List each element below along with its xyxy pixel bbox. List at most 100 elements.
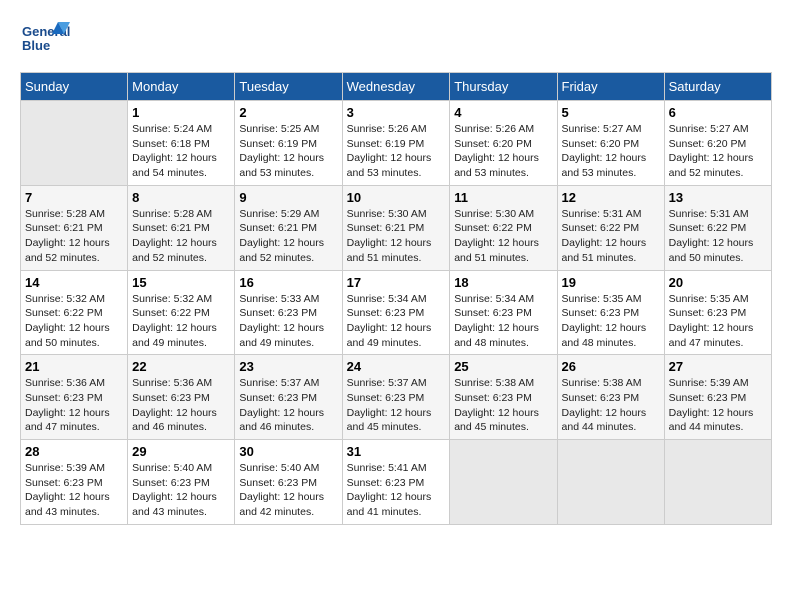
day-info: Sunrise: 5:34 AMSunset: 6:23 PMDaylight:…: [454, 292, 552, 351]
day-info: Sunrise: 5:36 AMSunset: 6:23 PMDaylight:…: [25, 376, 123, 435]
calendar-cell: 10 Sunrise: 5:30 AMSunset: 6:21 PMDayligh…: [342, 185, 450, 270]
calendar-cell: 12 Sunrise: 5:31 AMSunset: 6:22 PMDayligh…: [557, 185, 664, 270]
day-info: Sunrise: 5:34 AMSunset: 6:23 PMDaylight:…: [347, 292, 446, 351]
calendar-cell: 25 Sunrise: 5:38 AMSunset: 6:23 PMDayligh…: [450, 355, 557, 440]
day-number: 5: [562, 105, 660, 120]
calendar-cell: 23 Sunrise: 5:37 AMSunset: 6:23 PMDayligh…: [235, 355, 342, 440]
calendar-cell: 26 Sunrise: 5:38 AMSunset: 6:23 PMDayligh…: [557, 355, 664, 440]
day-number: 12: [562, 190, 660, 205]
calendar-cell: 27 Sunrise: 5:39 AMSunset: 6:23 PMDayligh…: [664, 355, 771, 440]
header-sunday: Sunday: [21, 73, 128, 101]
day-number: 27: [669, 359, 767, 374]
day-number: 10: [347, 190, 446, 205]
day-info: Sunrise: 5:26 AMSunset: 6:20 PMDaylight:…: [454, 122, 552, 181]
day-number: 29: [132, 444, 230, 459]
day-number: 18: [454, 275, 552, 290]
header-saturday: Saturday: [664, 73, 771, 101]
day-number: 23: [239, 359, 337, 374]
calendar-cell: 18 Sunrise: 5:34 AMSunset: 6:23 PMDayligh…: [450, 270, 557, 355]
day-info: Sunrise: 5:33 AMSunset: 6:23 PMDaylight:…: [239, 292, 337, 351]
day-number: 7: [25, 190, 123, 205]
day-number: 3: [347, 105, 446, 120]
header-tuesday: Tuesday: [235, 73, 342, 101]
calendar-cell: [664, 440, 771, 525]
svg-text:Blue: Blue: [22, 38, 50, 53]
calendar-cell: 17 Sunrise: 5:34 AMSunset: 6:23 PMDayligh…: [342, 270, 450, 355]
calendar-header-row: SundayMondayTuesdayWednesdayThursdayFrid…: [21, 73, 772, 101]
calendar-cell: 31Sunrise: 5:41 AMSunset: 6:23 PMDayligh…: [342, 440, 450, 525]
day-number: 9: [239, 190, 337, 205]
logo-svg: General Blue: [20, 20, 70, 62]
day-info: Sunrise: 5:40 AMSunset: 6:23 PMDaylight:…: [132, 461, 230, 520]
day-number: 8: [132, 190, 230, 205]
day-info: Sunrise: 5:31 AMSunset: 6:22 PMDaylight:…: [562, 207, 660, 266]
calendar-cell: 8 Sunrise: 5:28 AMSunset: 6:21 PMDaylight…: [128, 185, 235, 270]
day-info: Sunrise: 5:39 AMSunset: 6:23 PMDaylight:…: [669, 376, 767, 435]
calendar-cell: 29 Sunrise: 5:40 AMSunset: 6:23 PMDayligh…: [128, 440, 235, 525]
day-number: 28: [25, 444, 123, 459]
day-info: Sunrise: 5:28 AMSunset: 6:21 PMDaylight:…: [25, 207, 123, 266]
calendar-cell: 4 Sunrise: 5:26 AMSunset: 6:20 PMDaylight…: [450, 101, 557, 186]
header-friday: Friday: [557, 73, 664, 101]
day-number: 21: [25, 359, 123, 374]
day-info: Sunrise: 5:32 AMSunset: 6:22 PMDaylight:…: [25, 292, 123, 351]
day-info: Sunrise: 5:28 AMSunset: 6:21 PMDaylight:…: [132, 207, 230, 266]
day-number: 31: [347, 444, 446, 459]
calendar-cell: 13 Sunrise: 5:31 AMSunset: 6:22 PMDayligh…: [664, 185, 771, 270]
day-number: 16: [239, 275, 337, 290]
day-number: 1: [132, 105, 230, 120]
day-info: Sunrise: 5:40 AMSunset: 6:23 PMDaylight:…: [239, 461, 337, 520]
day-number: 15: [132, 275, 230, 290]
calendar-cell: 20Sunrise: 5:35 AMSunset: 6:23 PMDayligh…: [664, 270, 771, 355]
header-thursday: Thursday: [450, 73, 557, 101]
calendar-cell: 2 Sunrise: 5:25 AMSunset: 6:19 PMDaylight…: [235, 101, 342, 186]
calendar-cell: 6Sunrise: 5:27 AMSunset: 6:20 PMDaylight…: [664, 101, 771, 186]
day-info: Sunrise: 5:35 AMSunset: 6:23 PMDaylight:…: [562, 292, 660, 351]
day-info: Sunrise: 5:36 AMSunset: 6:23 PMDaylight:…: [132, 376, 230, 435]
day-number: 4: [454, 105, 552, 120]
day-number: 20: [669, 275, 767, 290]
calendar-cell: 3 Sunrise: 5:26 AMSunset: 6:19 PMDaylight…: [342, 101, 450, 186]
day-info: Sunrise: 5:37 AMSunset: 6:23 PMDaylight:…: [239, 376, 337, 435]
calendar-cell: 5 Sunrise: 5:27 AMSunset: 6:20 PMDaylight…: [557, 101, 664, 186]
calendar-cell: 11 Sunrise: 5:30 AMSunset: 6:22 PMDayligh…: [450, 185, 557, 270]
day-info: Sunrise: 5:31 AMSunset: 6:22 PMDaylight:…: [669, 207, 767, 266]
calendar-cell: 28Sunrise: 5:39 AMSunset: 6:23 PMDayligh…: [21, 440, 128, 525]
page-header: General Blue: [20, 20, 772, 62]
day-info: Sunrise: 5:38 AMSunset: 6:23 PMDaylight:…: [562, 376, 660, 435]
day-info: Sunrise: 5:27 AMSunset: 6:20 PMDaylight:…: [562, 122, 660, 181]
day-info: Sunrise: 5:30 AMSunset: 6:21 PMDaylight:…: [347, 207, 446, 266]
calendar-cell: 7 Sunrise: 5:28 AMSunset: 6:21 PMDaylight…: [21, 185, 128, 270]
calendar-cell: 19 Sunrise: 5:35 AMSunset: 6:23 PMDayligh…: [557, 270, 664, 355]
calendar-cell: 24 Sunrise: 5:37 AMSunset: 6:23 PMDayligh…: [342, 355, 450, 440]
calendar-table: SundayMondayTuesdayWednesdayThursdayFrid…: [20, 72, 772, 525]
calendar-week-row: 7 Sunrise: 5:28 AMSunset: 6:21 PMDaylight…: [21, 185, 772, 270]
day-number: 24: [347, 359, 446, 374]
calendar-week-row: 1 Sunrise: 5:24 AMSunset: 6:18 PMDaylight…: [21, 101, 772, 186]
day-info: Sunrise: 5:38 AMSunset: 6:23 PMDaylight:…: [454, 376, 552, 435]
day-info: Sunrise: 5:24 AMSunset: 6:18 PMDaylight:…: [132, 122, 230, 181]
calendar-cell: 14Sunrise: 5:32 AMSunset: 6:22 PMDayligh…: [21, 270, 128, 355]
day-number: 17: [347, 275, 446, 290]
day-info: Sunrise: 5:32 AMSunset: 6:22 PMDaylight:…: [132, 292, 230, 351]
day-info: Sunrise: 5:25 AMSunset: 6:19 PMDaylight:…: [239, 122, 337, 181]
day-number: 25: [454, 359, 552, 374]
header-wednesday: Wednesday: [342, 73, 450, 101]
day-info: Sunrise: 5:30 AMSunset: 6:22 PMDaylight:…: [454, 207, 552, 266]
day-number: 19: [562, 275, 660, 290]
day-number: 13: [669, 190, 767, 205]
logo: General Blue: [20, 20, 70, 62]
calendar-cell: 21 Sunrise: 5:36 AMSunset: 6:23 PMDayligh…: [21, 355, 128, 440]
day-info: Sunrise: 5:29 AMSunset: 6:21 PMDaylight:…: [239, 207, 337, 266]
day-info: Sunrise: 5:26 AMSunset: 6:19 PMDaylight:…: [347, 122, 446, 181]
calendar-week-row: 21 Sunrise: 5:36 AMSunset: 6:23 PMDayligh…: [21, 355, 772, 440]
calendar-cell: 1 Sunrise: 5:24 AMSunset: 6:18 PMDaylight…: [128, 101, 235, 186]
day-info: Sunrise: 5:37 AMSunset: 6:23 PMDaylight:…: [347, 376, 446, 435]
day-number: 26: [562, 359, 660, 374]
day-number: 11: [454, 190, 552, 205]
day-number: 6: [669, 105, 767, 120]
calendar-cell: 22Sunrise: 5:36 AMSunset: 6:23 PMDayligh…: [128, 355, 235, 440]
calendar-cell: [21, 101, 128, 186]
calendar-cell: [450, 440, 557, 525]
day-number: 2: [239, 105, 337, 120]
